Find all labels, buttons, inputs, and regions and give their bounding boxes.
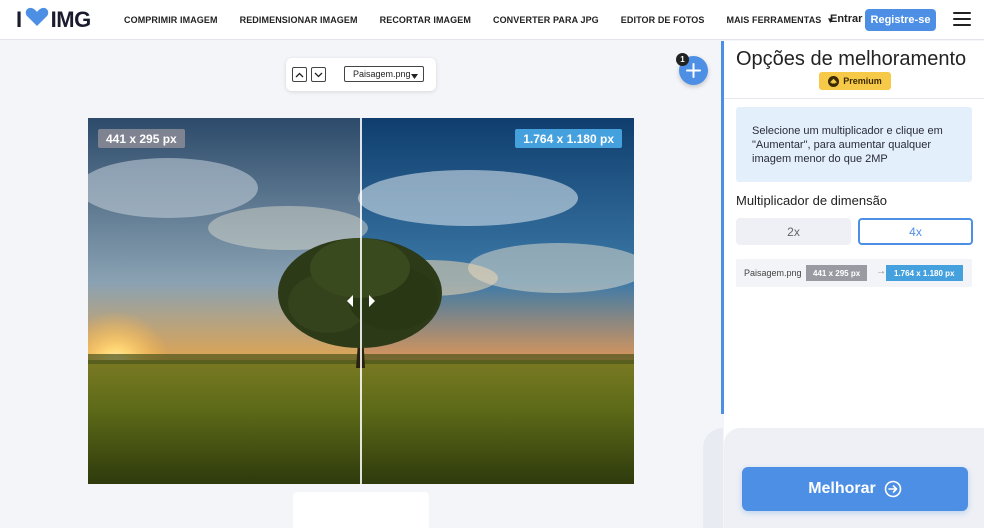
dropdown-caret-icon: [411, 71, 418, 81]
compare-divider[interactable]: [360, 118, 362, 484]
top-header: I IMG COMPRIMIR IMAGEM REDIMENSIONAR IMA…: [0, 0, 984, 40]
arrow-circle-right-icon: [884, 480, 902, 498]
info-box: Selecione um multiplicador e clique em "…: [736, 107, 972, 182]
logo-text-i: I: [16, 7, 22, 32]
move-up-button[interactable]: [292, 67, 307, 82]
image-count-badge: 1: [676, 53, 689, 66]
new-size-badge: 1.764 x 1.180 px: [886, 265, 963, 281]
original-size-label: 441 x 295 px: [98, 129, 185, 148]
nav-crop[interactable]: RECORTAR IMAGEM: [380, 15, 471, 25]
nav-more-tools[interactable]: MAIS FERRAMENTAS ▼: [726, 15, 834, 25]
old-size-badge: 441 x 295 px: [806, 265, 868, 281]
move-down-button[interactable]: [311, 67, 326, 82]
nav-convert-jpg[interactable]: CONVERTER PARA JPG: [493, 15, 599, 25]
file-size-row: Paisagem.png 441 x 295 px → 1.764 x 1.18…: [736, 259, 972, 287]
upscaled-size-label: 1.764 x 1.180 px: [515, 129, 622, 148]
register-button[interactable]: Registre-se: [865, 9, 936, 31]
premium-icon: [828, 75, 840, 87]
melhorar-label: Melhorar: [808, 480, 876, 497]
premium-badge: Premium: [819, 72, 891, 90]
sidebar-title: Opções de melhoramento: [736, 48, 967, 70]
plus-icon: [686, 63, 701, 78]
file-name: Paisagem.png: [744, 268, 802, 278]
divider: [724, 98, 984, 99]
melhorar-button[interactable]: Melhorar: [742, 467, 968, 511]
decorative-curve: [703, 428, 723, 528]
main-nav: COMPRIMIR IMAGEM REDIMENSIONAR IMAGEM RE…: [124, 0, 856, 40]
file-select[interactable]: Paisagem.png: [344, 66, 424, 82]
login-link[interactable]: Entrar: [830, 13, 862, 25]
ilovimg-logo[interactable]: I IMG: [16, 7, 92, 33]
file-toolbar: Paisagem.png: [286, 58, 436, 91]
nav-resize[interactable]: REDIMENSIONAR IMAGEM: [240, 15, 358, 25]
caret-right-icon[interactable]: [367, 294, 377, 308]
file-select-value: Paisagem.png: [353, 69, 411, 79]
premium-label: Premium: [843, 76, 882, 86]
nav-compress[interactable]: COMPRIMIR IMAGEM: [124, 15, 218, 25]
multiplier-2x-button[interactable]: 2x: [736, 218, 851, 245]
logo-text-img: IMG: [50, 7, 92, 32]
multiplier-4x-button[interactable]: 4x: [858, 218, 973, 245]
hamburger-menu-icon[interactable]: [953, 12, 971, 26]
caret-left-icon[interactable]: [345, 294, 355, 308]
thumbnail-card: [293, 492, 429, 528]
options-sidebar: Opções de melhoramento Premium Selecione…: [724, 41, 984, 528]
arrow-right-icon: →: [876, 266, 886, 277]
before-after-compare[interactable]: 441 x 295 px 1.764 x 1.180 px: [88, 118, 634, 484]
multiplier-label: Multiplicador de dimensão: [736, 193, 888, 208]
chevron-up-icon: [295, 72, 304, 77]
chevron-down-icon: [314, 72, 323, 77]
nav-more-tools-label: MAIS FERRAMENTAS: [726, 15, 822, 25]
nav-photo-editor[interactable]: EDITOR DE FOTOS: [621, 15, 705, 25]
heart-icon: [25, 7, 49, 33]
